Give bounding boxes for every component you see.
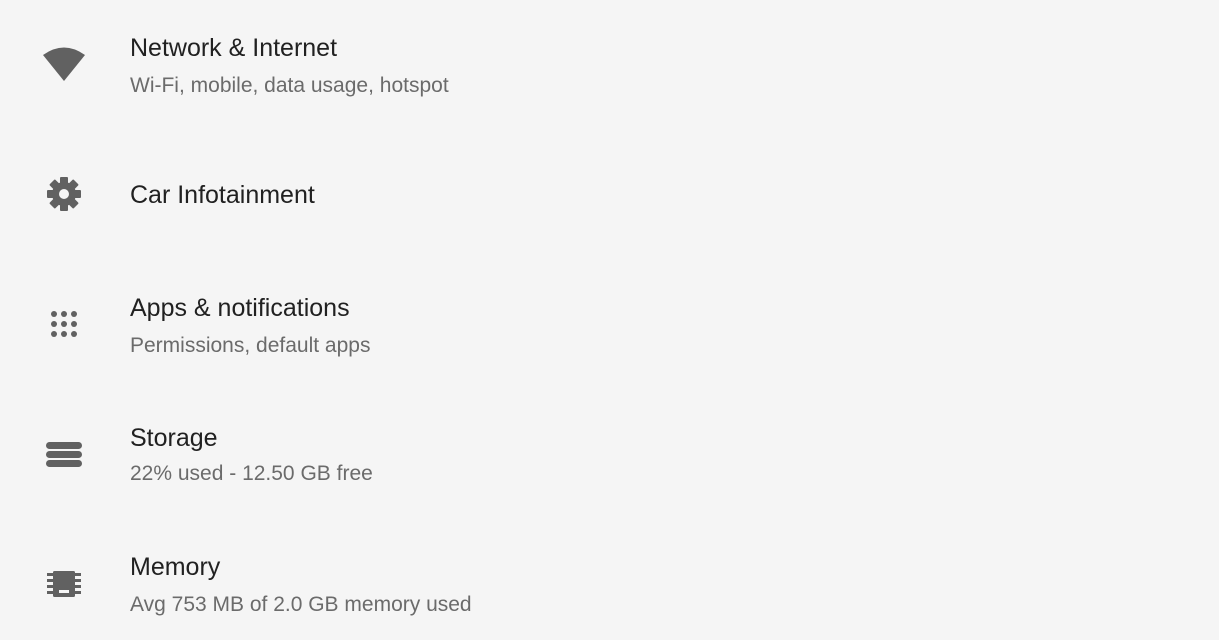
- setting-summary: Permissions, default apps: [130, 334, 371, 357]
- setting-item-car-infotainment[interactable]: Car Infotainment: [0, 150, 1219, 242]
- setting-summary: Wi-Fi, mobile, data usage, hotspot: [130, 74, 449, 97]
- wifi-icon: [40, 40, 88, 88]
- storage-icon: [40, 430, 88, 478]
- setting-summary: 22% used - 12.50 GB free: [130, 462, 373, 485]
- gear-icon: [40, 170, 88, 218]
- setting-title: Memory: [130, 553, 221, 581]
- setting-title: Apps & notifications: [130, 294, 350, 322]
- setting-item-storage[interactable]: Storage 22% used - 12.50 GB free: [0, 410, 1219, 510]
- setting-title: Storage: [130, 424, 218, 452]
- settings-list: Network & Internet Wi-Fi, mobile, data u…: [0, 0, 1219, 640]
- setting-item-network[interactable]: Network & Internet Wi-Fi, mobile, data u…: [0, 20, 1219, 120]
- setting-item-apps[interactable]: Apps & notifications Permissions, defaul…: [0, 280, 1219, 380]
- setting-title: Network & Internet: [130, 34, 338, 62]
- setting-summary: Avg 753 MB of 2.0 GB memory used: [130, 593, 472, 616]
- apps-grid-icon: [40, 300, 88, 348]
- setting-item-memory[interactable]: Memory Avg 753 MB of 2.0 GB memory used: [0, 540, 1219, 640]
- memory-chip-icon: [40, 560, 88, 608]
- setting-title: Car Infotainment: [130, 181, 315, 209]
